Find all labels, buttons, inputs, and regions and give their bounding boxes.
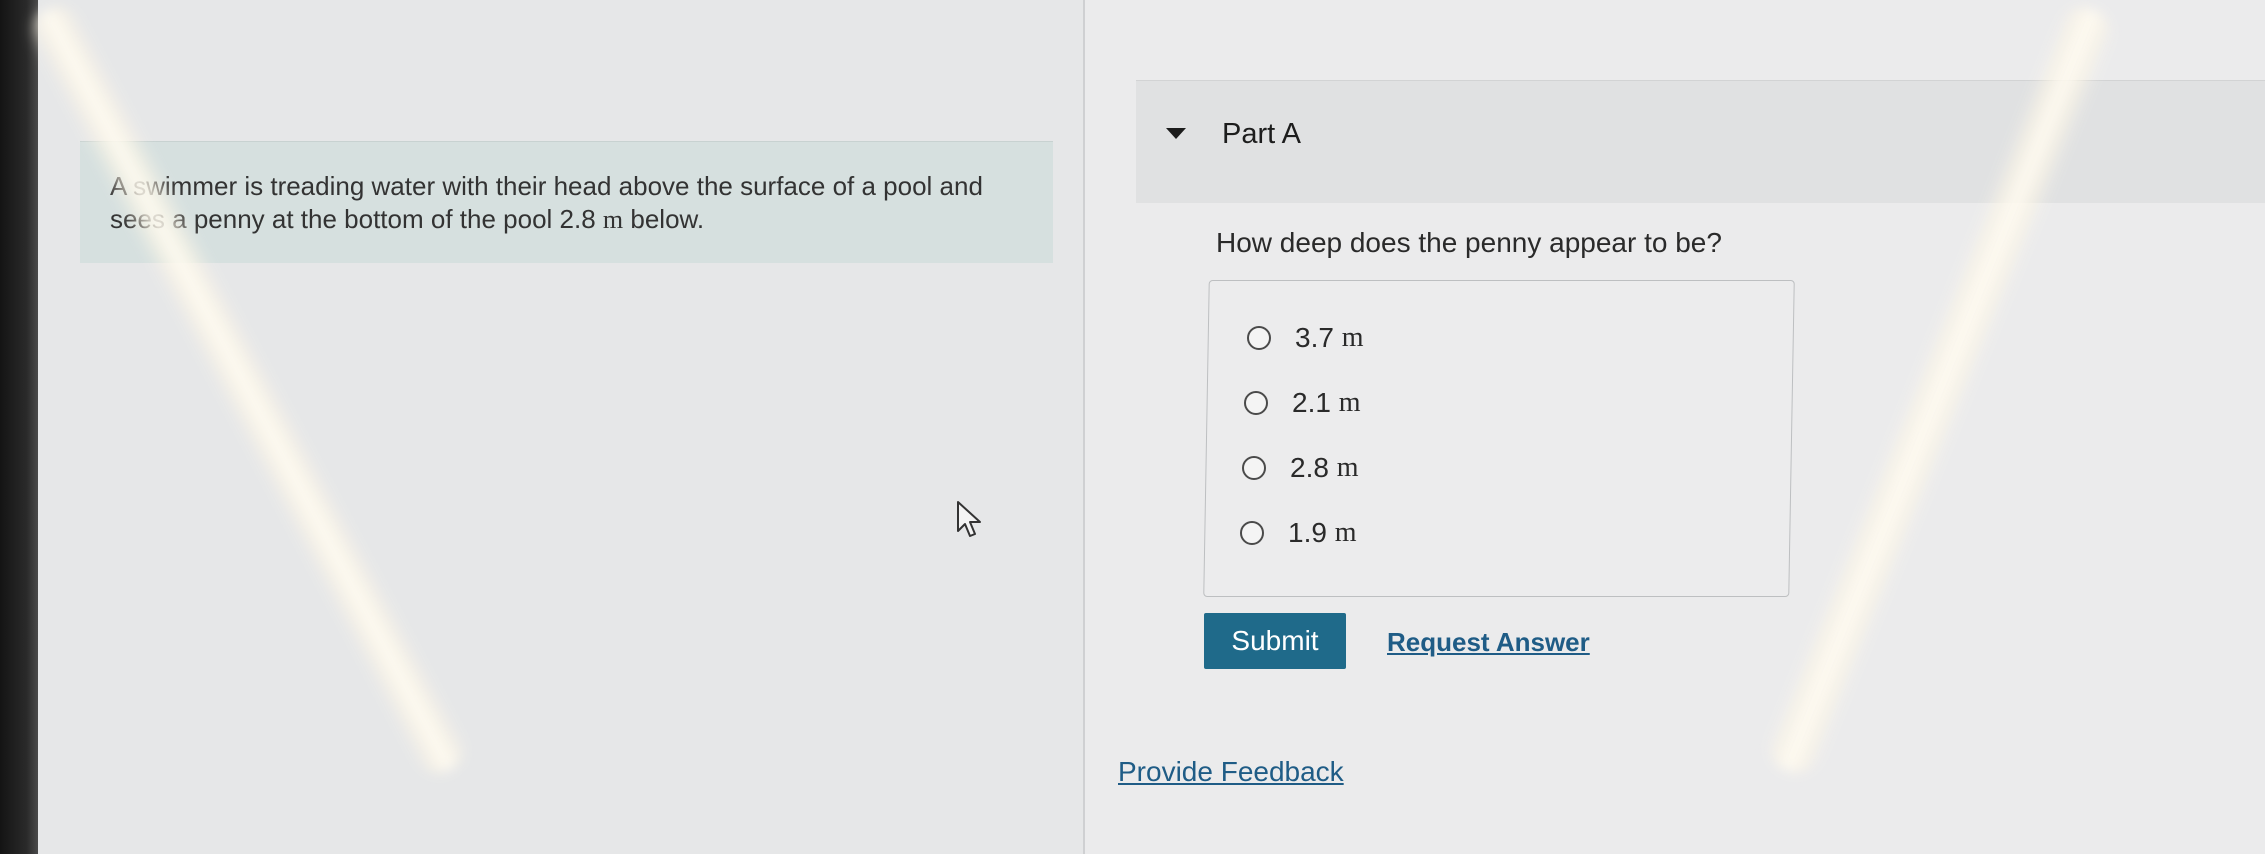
submit-button[interactable]: Submit	[1204, 613, 1346, 669]
part-a-header[interactable]	[1136, 80, 2265, 203]
mouse-pointer-icon	[957, 501, 981, 537]
radio-button[interactable]	[1247, 326, 1271, 350]
part-title[interactable]: Part A	[1222, 118, 1301, 151]
choice-value: 2.1	[1292, 387, 1331, 418]
problem-pane	[38, 0, 1088, 854]
request-answer-link[interactable]: Request Answer	[1387, 627, 1590, 658]
radio-button[interactable]	[1242, 456, 1266, 480]
screen-bezel	[0, 0, 38, 854]
problem-unit: m	[602, 205, 624, 234]
choice-unit: m	[1341, 322, 1364, 353]
radio-button[interactable]	[1240, 521, 1264, 545]
choice-2-8-m[interactable]: 2.8 m	[1242, 452, 1359, 484]
choice-unit: m	[1336, 452, 1359, 483]
problem-text-before: A swimmer is treading water with their h…	[110, 171, 983, 234]
provide-feedback-link[interactable]: Provide Feedback	[1118, 756, 1344, 788]
choice-3-7-m[interactable]: 3.7 m	[1247, 322, 1364, 354]
choice-value: 3.7	[1295, 322, 1334, 353]
radio-button[interactable]	[1244, 391, 1268, 415]
problem-text-after: below.	[623, 204, 705, 234]
question-text: How deep does the penny appear to be?	[1216, 227, 1722, 258]
choice-value: 1.9	[1288, 517, 1327, 548]
problem-statement: A swimmer is treading water with their h…	[110, 170, 1010, 236]
choice-2-1-m[interactable]: 2.1 m	[1244, 387, 1361, 419]
choice-unit: m	[1338, 387, 1361, 418]
choice-value: 2.8	[1290, 452, 1329, 483]
caret-down-icon[interactable]	[1166, 128, 1186, 139]
problem-value: 2.8	[559, 204, 596, 234]
choice-1-9-m[interactable]: 1.9 m	[1240, 517, 1357, 549]
choice-unit: m	[1334, 517, 1357, 548]
